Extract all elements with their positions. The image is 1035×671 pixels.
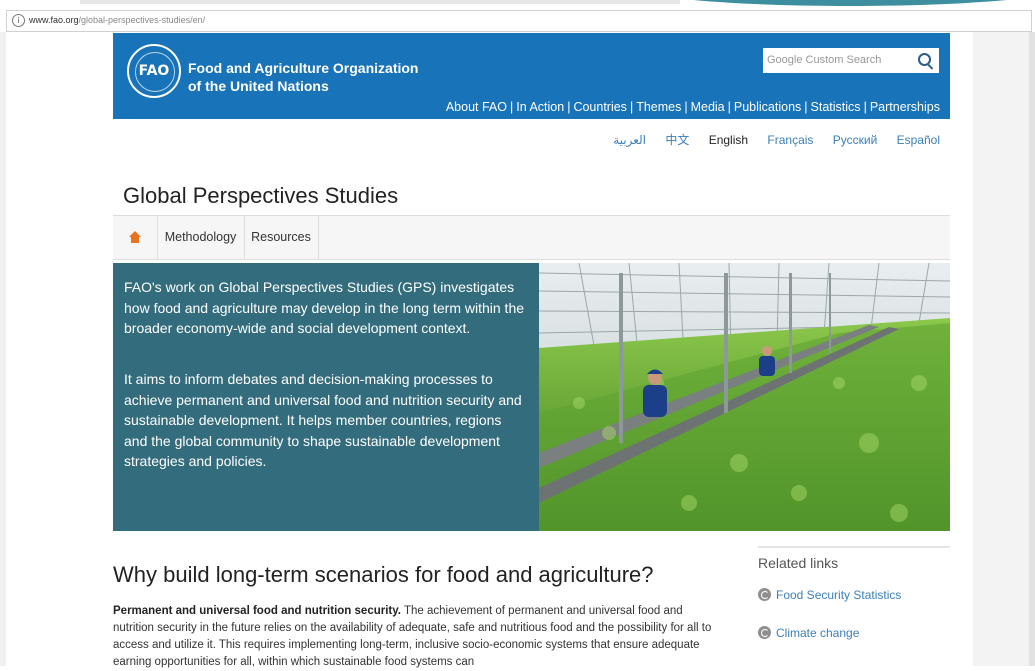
fao-logo-ring [135, 52, 175, 92]
search-icon[interactable] [918, 53, 931, 66]
hero-text-panel: FAO's work on Global Perspectives Studie… [113, 263, 539, 531]
lang-chinese[interactable]: 中文 [665, 133, 689, 147]
info-icon[interactable]: i [12, 14, 25, 27]
related-link-food-security[interactable]: Food Security Statistics [758, 588, 901, 602]
window-top-strip [0, 0, 1035, 8]
site-header: FAO Food and Agriculture Organization of… [113, 33, 950, 119]
top-nav: About FAO | In Action | Countries | Themes | Med… [445, 100, 940, 114]
decorative-arc [640, 0, 1035, 6]
sub-nav: Methodology Resources [113, 215, 950, 260]
nav-statistics[interactable]: Statistics [811, 100, 861, 114]
section-paragraph: Permanent and universal food and nutriti… [113, 603, 713, 671]
nav-themes[interactable]: Themes [636, 100, 681, 114]
greenhouse-photo [539, 263, 950, 531]
page-title: Global Perspectives Studies [123, 183, 399, 208]
left-gutter [0, 32, 6, 666]
related-links: Related links Food Security Statistics C… [758, 546, 950, 640]
greenhouse-illustration [539, 263, 950, 531]
lang-arabic[interactable]: العربية [613, 133, 646, 147]
related-link-climate-change[interactable]: Climate change [758, 626, 859, 640]
nav-countries[interactable]: Countries [573, 100, 627, 114]
nav-about-fao[interactable]: About FAO [446, 100, 507, 114]
search-input[interactable] [767, 51, 907, 69]
home-icon [129, 231, 141, 243]
hero-banner: FAO's work on Global Perspectives Studie… [113, 263, 950, 531]
related-link-label: Food Security Statistics [776, 588, 902, 602]
nav-publications[interactable]: Publications [734, 100, 801, 114]
nav-partnerships[interactable]: Partnerships [870, 100, 940, 114]
related-links-heading: Related links [758, 555, 839, 571]
lang-french[interactable]: Français [767, 133, 813, 147]
globe-icon [758, 588, 771, 601]
language-bar: العربية 中文 English Français Русский Espa… [597, 131, 940, 148]
fao-logo[interactable]: FAO [127, 44, 181, 98]
lang-russian[interactable]: Русский [833, 133, 878, 147]
nav-in-action[interactable]: In Action [516, 100, 564, 114]
url-text[interactable]: www.fao.org/global-perspectives-studies/… [29, 15, 205, 25]
scrollbar[interactable] [1029, 32, 1035, 666]
hero-paragraph-2: It aims to inform debates and decision-m… [124, 371, 522, 469]
subnav-methodology[interactable]: Methodology [157, 216, 245, 259]
hero-paragraph-1: FAO's work on Global Perspectives Studie… [124, 279, 525, 336]
address-bar[interactable]: i www.fao.org/global-perspectives-studie… [6, 10, 1032, 32]
subnav-resources[interactable]: Resources [244, 216, 319, 259]
search-box [763, 48, 939, 73]
related-link-label: Climate change [776, 626, 860, 640]
globe-icon [758, 626, 771, 639]
subnav-home[interactable] [113, 216, 158, 259]
url-host: www.fao.org [29, 15, 79, 25]
org-name-line2[interactable]: of the United Nations [188, 78, 329, 94]
top-shade [80, 0, 680, 4]
org-name-line1[interactable]: Food and Agriculture Organization [188, 60, 418, 76]
lang-spanish[interactable]: Español [897, 133, 940, 147]
section-heading: Why build long-term scenarios for food a… [113, 562, 654, 587]
nav-media[interactable]: Media [691, 100, 725, 114]
paragraph-lead: Permanent and universal food and nutriti… [113, 605, 401, 617]
lang-english[interactable]: English [709, 133, 748, 147]
right-gutter [973, 32, 1035, 666]
url-path: /global-perspectives-studies/en/ [78, 15, 206, 25]
